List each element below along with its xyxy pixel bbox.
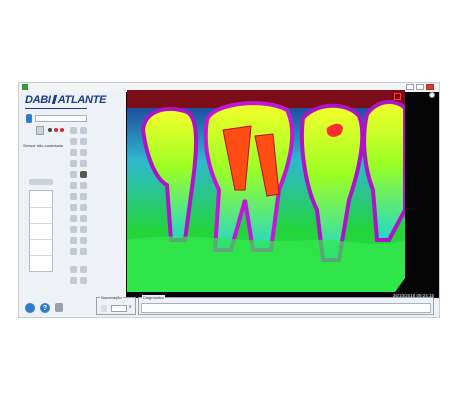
- thumbnail-list[interactable]: [29, 190, 53, 272]
- undo-icon[interactable]: [70, 266, 77, 273]
- app-icon: [22, 84, 28, 90]
- clear-numeracao-icon[interactable]: x: [129, 304, 132, 310]
- sensor-icon: [26, 114, 32, 123]
- zoom-out-icon[interactable]: [80, 149, 87, 156]
- layout-icon[interactable]: [80, 277, 87, 284]
- record-icon[interactable]: [54, 128, 58, 132]
- select-icon[interactable]: [80, 226, 87, 233]
- flip-icon[interactable]: [70, 138, 77, 145]
- thumbnail-divider: [30, 239, 52, 240]
- print-icon[interactable]: [70, 248, 77, 255]
- grid-icon[interactable]: [70, 277, 77, 284]
- thumbnail-divider: [30, 255, 52, 256]
- tooth-map-icon[interactable]: [70, 237, 77, 244]
- help-glyph: ?: [42, 304, 48, 312]
- minimize-button[interactable]: [406, 84, 414, 90]
- stop-icon[interactable]: [48, 128, 52, 132]
- xray-image[interactable]: [127, 90, 405, 292]
- sensor-status: Sensor não conectado: [23, 143, 64, 148]
- thumbnail-divider: [30, 207, 52, 208]
- brightness-icon[interactable]: [80, 160, 87, 167]
- diagnostico-panel: Diagnóstico: [138, 295, 434, 315]
- measure-icon[interactable]: [70, 204, 77, 211]
- tray-icon[interactable]: [36, 126, 44, 135]
- thumbnail-divider: [30, 223, 52, 224]
- rotate-left-icon[interactable]: [70, 127, 77, 134]
- rotate-right-icon[interactable]: [80, 127, 87, 134]
- tooth-icon: [101, 305, 107, 312]
- record-alt-icon[interactable]: [60, 128, 64, 132]
- color-map-icon[interactable]: [70, 193, 77, 200]
- globe-icon[interactable]: [25, 303, 35, 313]
- trash-icon[interactable]: [55, 303, 63, 312]
- contrast-icon[interactable]: [70, 171, 77, 178]
- brand-underline: [25, 108, 87, 109]
- numeracao-panel: Numeração x: [96, 295, 136, 315]
- maximize-button[interactable]: [416, 84, 424, 90]
- gum-area: [127, 236, 405, 292]
- implant-icon[interactable]: [80, 237, 87, 244]
- export-icon[interactable]: [80, 248, 87, 255]
- thumbnails-header: [29, 179, 53, 185]
- brand-logo: DABI ATLANTE: [25, 94, 106, 106]
- brand-part2: ATLANTE: [57, 94, 107, 106]
- sharpen-icon[interactable]: [70, 182, 77, 189]
- filter-icon[interactable]: [70, 160, 77, 167]
- zoom-in-icon[interactable]: [70, 149, 77, 156]
- mirror-icon[interactable]: [80, 138, 87, 145]
- text-icon[interactable]: [70, 215, 77, 222]
- angle-icon[interactable]: [80, 204, 87, 211]
- numeracao-field[interactable]: [111, 305, 127, 312]
- emboss-icon[interactable]: [80, 182, 87, 189]
- diagnostico-field[interactable]: [141, 303, 431, 313]
- close-window-button[interactable]: [426, 84, 434, 90]
- arrow-icon[interactable]: [80, 215, 87, 222]
- close-image-icon[interactable]: [394, 93, 401, 100]
- diagnostico-label: Diagnóstico: [142, 295, 165, 300]
- numeracao-label: Numeração: [100, 295, 123, 300]
- sensor-select[interactable]: [35, 115, 87, 122]
- redo-icon[interactable]: [80, 266, 87, 273]
- help-icon[interactable]: ?: [40, 303, 50, 313]
- crop-icon[interactable]: [70, 226, 77, 233]
- image-options-icon[interactable]: [429, 92, 435, 98]
- brand-part1: DABI: [25, 94, 51, 106]
- pseudo-color-icon[interactable]: [80, 193, 87, 200]
- invert-icon[interactable]: [80, 171, 87, 178]
